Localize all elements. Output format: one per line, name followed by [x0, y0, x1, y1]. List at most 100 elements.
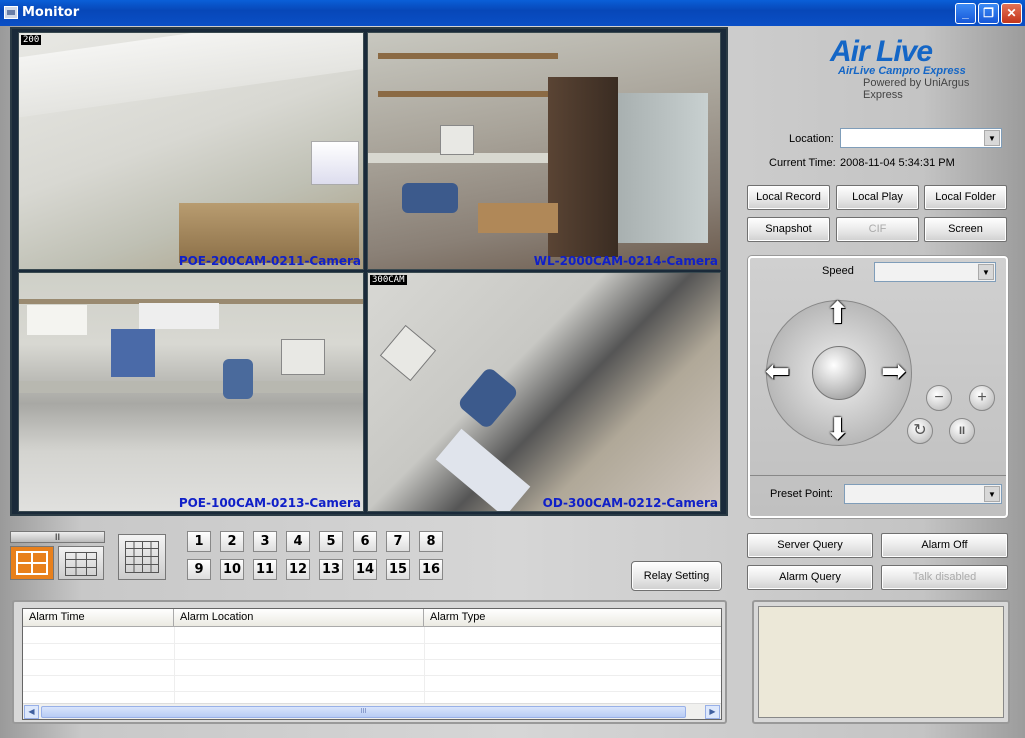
speed-label: Speed — [822, 265, 854, 277]
channel-button[interactable]: 5 — [319, 531, 343, 552]
equipment — [111, 329, 155, 377]
divider — [750, 475, 1006, 476]
channel-button[interactable]: 12 — [286, 559, 310, 580]
column-header-alarm-type[interactable]: Alarm Type — [424, 609, 721, 627]
local-play-button[interactable]: Local Play — [836, 185, 919, 210]
layout-4x4-button[interactable] — [118, 534, 166, 580]
channel-button[interactable]: 7 — [386, 531, 410, 552]
title-bar: Monitor _ ❐ ✕ — [0, 0, 1025, 26]
channel-button[interactable]: 15 — [386, 559, 410, 580]
cif-button[interactable]: CIF — [836, 217, 919, 242]
monitor-body: 200 POE-200CAM-0211-Camera WL-2000CAM-02… — [0, 26, 1025, 738]
camera-view-2[interactable]: WL-2000CAM-0214-Camera — [367, 32, 721, 270]
channel-button[interactable]: 11 — [253, 559, 277, 580]
row-line — [23, 643, 721, 644]
column-header-alarm-time[interactable]: Alarm Time — [23, 609, 174, 627]
column-divider — [424, 627, 425, 707]
chevron-down-icon[interactable]: ▼ — [984, 486, 1000, 502]
layout-2x2-button[interactable] — [10, 546, 54, 580]
channel-button[interactable]: 14 — [353, 559, 377, 580]
glass-wall — [618, 93, 708, 243]
local-folder-button[interactable]: Local Folder — [924, 185, 1007, 210]
alarm-off-button[interactable]: Alarm Off — [881, 533, 1008, 558]
layout-pause-bar[interactable]: II — [10, 531, 105, 543]
door — [548, 77, 618, 257]
channel-button[interactable]: 8 — [419, 531, 443, 552]
server-query-button[interactable]: Server Query — [747, 533, 873, 558]
boxes — [478, 203, 558, 233]
rotate-icon[interactable]: ↻ — [907, 418, 933, 444]
camera-tag: 200 — [21, 35, 42, 45]
info-panel — [752, 600, 1010, 724]
scroll-left-icon[interactable]: ◀ — [24, 705, 39, 719]
ceiling — [19, 33, 363, 118]
preset-point-label: Preset Point: — [770, 488, 833, 500]
channel-button[interactable]: 4 — [286, 531, 310, 552]
chair — [402, 183, 458, 213]
alarm-table: Alarm Time Alarm Location Alarm Type ◀ I… — [22, 608, 722, 720]
channel-button[interactable]: 1 — [187, 531, 211, 552]
pan-tilt-pad: ⬆ ⬇ ⬅ ➡ — [765, 299, 912, 446]
logo-subtitle: AirLive Campro Express — [838, 65, 966, 77]
arrow-right-icon[interactable]: ➡ — [881, 357, 906, 387]
maximize-button[interactable]: ❐ — [978, 3, 999, 24]
channel-button[interactable]: 2 — [220, 531, 244, 552]
chevron-down-icon[interactable]: ▼ — [978, 264, 994, 280]
camera-tag: 300CAM — [370, 275, 407, 285]
shelf — [378, 53, 558, 59]
current-time-value: 2008-11-04 5:34:31 PM — [840, 157, 955, 169]
relay-setting-button[interactable]: Relay Setting — [631, 561, 722, 591]
channel-button[interactable]: 6 — [353, 531, 377, 552]
row-line — [23, 675, 721, 676]
close-button[interactable]: ✕ — [1001, 3, 1022, 24]
speed-select[interactable]: ▼ — [874, 262, 996, 282]
horizontal-scrollbar[interactable]: ◀ III ▶ — [23, 703, 721, 719]
layout-3x3-button[interactable] — [58, 546, 104, 580]
desk — [19, 381, 363, 393]
camera-view-4[interactable]: 300CAM OD-300CAM-0212-Camera — [367, 272, 721, 512]
zoom-out-button[interactable]: − — [926, 385, 952, 411]
row-line — [23, 659, 721, 660]
papers — [139, 303, 219, 329]
pause-button[interactable]: II — [949, 418, 975, 444]
channel-button[interactable]: 9 — [187, 559, 211, 580]
monitor-screen — [379, 324, 437, 382]
ptz-home-button[interactable] — [812, 346, 866, 400]
camera-view-3[interactable]: POE-100CAM-0213-Camera — [18, 272, 364, 512]
channel-button[interactable]: 13 — [319, 559, 343, 580]
powered-by: Powered by UniArgus Express — [863, 77, 970, 101]
arrow-up-icon[interactable]: ⬆ — [825, 299, 850, 329]
chevron-down-icon[interactable]: ▼ — [984, 130, 1000, 146]
alarm-panel: Alarm Time Alarm Location Alarm Type ◀ I… — [12, 600, 727, 724]
channel-button[interactable]: 16 — [419, 559, 443, 580]
camera-label: POE-200CAM-0211-Camera — [178, 254, 361, 268]
location-select[interactable]: ▼ — [840, 128, 1002, 148]
alarm-query-button[interactable]: Alarm Query — [747, 565, 873, 590]
minimize-button[interactable]: _ — [955, 3, 976, 24]
scroll-right-icon[interactable]: ▶ — [705, 705, 720, 719]
zoom-in-button[interactable]: + — [969, 385, 995, 411]
logo-brand: Air Live — [830, 35, 933, 68]
column-header-alarm-location[interactable]: Alarm Location — [174, 609, 424, 627]
local-record-button[interactable]: Local Record — [747, 185, 830, 210]
channel-button[interactable]: 3 — [253, 531, 277, 552]
talk-button[interactable]: Talk disabled — [881, 565, 1008, 590]
papers — [435, 428, 531, 511]
screen-button[interactable]: Screen — [924, 217, 1007, 242]
shelf — [378, 91, 558, 97]
arrow-down-icon[interactable]: ⬇ — [825, 415, 850, 445]
preset-point-select[interactable]: ▼ — [844, 484, 1002, 504]
camera-label: OD-300CAM-0212-Camera — [542, 496, 718, 510]
location-label: Location: — [789, 133, 834, 145]
camera-view-1[interactable]: 200 POE-200CAM-0211-Camera — [18, 32, 364, 270]
snapshot-button[interactable]: Snapshot — [747, 217, 830, 242]
monitor-screen — [440, 125, 474, 155]
current-time-label: Current Time: — [769, 157, 836, 169]
scroll-thumb[interactable]: III — [41, 706, 686, 718]
light-fixture — [311, 141, 359, 185]
camera-label: POE-100CAM-0213-Camera — [178, 496, 361, 510]
channel-button[interactable]: 10 — [220, 559, 244, 580]
airlive-logo: Air Live AirLive Campro Express Powered … — [830, 35, 1010, 101]
monitor-screen — [281, 339, 325, 375]
arrow-left-icon[interactable]: ⬅ — [765, 357, 790, 387]
